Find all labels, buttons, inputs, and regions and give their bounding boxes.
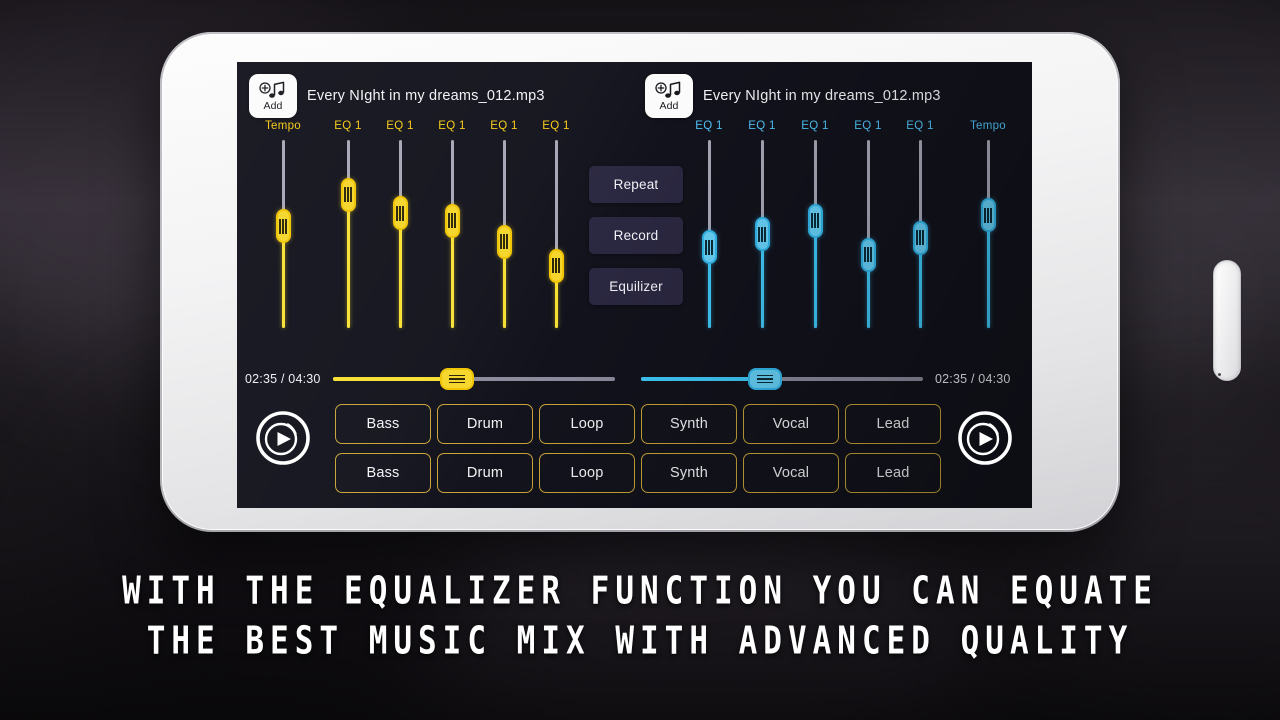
eq-slider-thumb[interactable] [701, 230, 717, 265]
eq-slider-thumb[interactable] [754, 217, 770, 251]
caption-line-2: THE BEST MUSIC MIX WITH ADVANCED QUALITY [146, 618, 1134, 664]
sample-pad-vocal[interactable]: Vocal [743, 404, 839, 444]
add-track-button-right[interactable]: Add [645, 74, 693, 118]
eq-slider-thumb[interactable] [444, 203, 460, 238]
sample-pad-bass[interactable]: Bass [335, 404, 431, 444]
eq-slider[interactable]: EQ 1 [689, 120, 729, 334]
record-button[interactable]: Record [589, 217, 683, 254]
track-title-left: Every NIght in my dreams_012.mp3 [307, 88, 545, 104]
sample-pad-row: Bass Drum Loop Synth Vocal Lead [335, 453, 941, 493]
add-music-note-icon [258, 81, 288, 100]
sample-pad-grid: Bass Drum Loop Synth Vocal Lead Bass Drum Loop Sy… [335, 404, 941, 493]
eq-slider-label: EQ 1 [386, 120, 414, 132]
seek-thumb-left[interactable] [439, 368, 474, 390]
timeline-left: 02:35 / 04:30 [245, 368, 615, 390]
seek-track-left[interactable] [332, 368, 615, 390]
eq-slider-thumb[interactable] [860, 237, 876, 272]
play-button-right[interactable] [957, 410, 1013, 466]
timeline-right: 02:35 / 04:30 [641, 368, 1011, 390]
sample-pad-lead[interactable]: Lead [845, 453, 941, 493]
sample-pad-loop[interactable]: Loop [539, 404, 635, 444]
sample-pad-loop[interactable]: Loop [539, 453, 635, 493]
sample-pad-drum[interactable]: Drum [437, 404, 533, 444]
seek-fill-left [332, 377, 457, 381]
eq-slider-thumb[interactable] [275, 209, 291, 244]
app-screen: Add Every NIght in my dreams_012.mp3 Add… [237, 62, 1032, 508]
play-button-left[interactable] [255, 410, 311, 466]
eq-slider-fill [399, 213, 402, 328]
sample-pad-drum[interactable]: Drum [437, 453, 533, 493]
sample-pad-bass[interactable]: Bass [335, 453, 431, 493]
play-circle-icon [256, 411, 310, 465]
eq-slider-label: EQ 1 [438, 120, 466, 132]
eq-slider-label: EQ 1 [854, 120, 882, 132]
eq-slider[interactable]: EQ 1 [328, 120, 368, 334]
eq-slider-thumb[interactable] [807, 203, 823, 238]
eq-slider-label: EQ 1 [801, 120, 829, 132]
eq-slider[interactable]: EQ 1 [900, 120, 940, 334]
time-label-right: 02:35 / 04:30 [935, 372, 1011, 386]
seek-track-right[interactable] [641, 368, 923, 390]
sample-pad-synth[interactable]: Synth [641, 453, 737, 493]
add-track-label-left: Add [263, 99, 283, 112]
eq-slider[interactable]: EQ 1 [795, 120, 835, 334]
eq-slider[interactable]: Tempo [263, 120, 303, 334]
eq-slider-thumb[interactable] [548, 248, 564, 283]
eq-slider-label: EQ 1 [748, 120, 776, 132]
home-button[interactable] [1213, 260, 1241, 381]
deck-left-header: Add Every NIght in my dreams_012.mp3 [249, 72, 545, 120]
eq-slider[interactable]: EQ 1 [432, 120, 472, 334]
eq-slider-label: EQ 1 [906, 120, 934, 132]
sample-pad-row: Bass Drum Loop Synth Vocal Lead [335, 404, 941, 444]
seek-fill-right [641, 377, 766, 381]
sample-pad-vocal[interactable]: Vocal [743, 453, 839, 493]
eq-slider-thumb[interactable] [340, 177, 356, 212]
eq-slider[interactable]: EQ 1 [380, 120, 420, 334]
eq-slider[interactable]: Tempo [968, 120, 1008, 334]
add-track-label-right: Add [659, 99, 679, 112]
eq-slider-thumb[interactable] [496, 224, 512, 259]
eq-slider[interactable]: EQ 1 [484, 120, 524, 334]
eq-slider-label: EQ 1 [695, 120, 723, 132]
sample-pad-lead[interactable]: Lead [845, 404, 941, 444]
center-button-group: Repeat Record Equilizer [589, 166, 683, 305]
eq-slider-label: Tempo [264, 120, 302, 132]
equalizer-button[interactable]: Equilizer [589, 268, 683, 305]
eq-slider-thumb[interactable] [980, 198, 996, 233]
eq-slider[interactable]: EQ 1 [848, 120, 888, 334]
add-music-note-icon [654, 81, 684, 100]
eq-slider[interactable]: EQ 1 [742, 120, 782, 334]
eq-slider-thumb[interactable] [392, 196, 408, 231]
eq-slider[interactable]: EQ 1 [536, 120, 576, 334]
add-track-button-left[interactable]: Add [249, 74, 297, 118]
repeat-button[interactable]: Repeat [589, 166, 683, 203]
eq-slider-fill [347, 194, 350, 328]
track-title-right: Every NIght in my dreams_012.mp3 [703, 88, 941, 104]
eq-slider-label: EQ 1 [490, 120, 518, 132]
sample-pad-synth[interactable]: Synth [641, 404, 737, 444]
time-label-left: 02:35 / 04:30 [245, 372, 321, 386]
eq-slider-fill [987, 215, 990, 328]
eq-slider-label: Tempo [969, 120, 1007, 132]
seek-thumb-right[interactable] [748, 368, 783, 390]
promo-caption: WITH THE EQUALIZER FUNCTION YOU CAN EQUA… [0, 566, 1280, 666]
eq-slider-thumb[interactable] [912, 220, 928, 255]
eq-slider-label: EQ 1 [542, 120, 570, 132]
deck-right-header: Add Every NIght in my dreams_012.mp3 [645, 72, 941, 120]
play-circle-icon [958, 411, 1012, 465]
eq-slider-label: EQ 1 [334, 120, 362, 132]
